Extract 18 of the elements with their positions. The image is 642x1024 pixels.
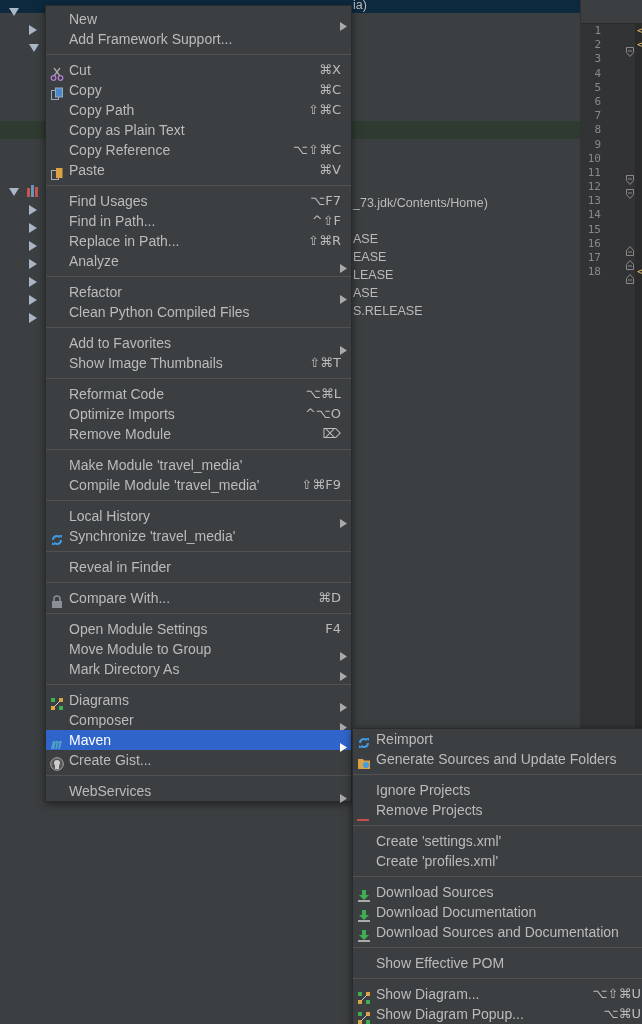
line-number: 3 [593, 52, 601, 67]
line-number: 11 [586, 165, 601, 180]
line-number: 16 [586, 236, 601, 251]
line-number: 14 [586, 208, 601, 223]
line-number: 17 [586, 251, 601, 265]
line-number: 12 [586, 180, 601, 195]
line-number: 2 [593, 38, 601, 53]
line-number: 18 [586, 265, 601, 280]
line-number: 5 [593, 80, 601, 95]
line-number: 6 [593, 94, 601, 109]
line-number: 15 [586, 222, 601, 237]
line-number: 10 [586, 151, 601, 166]
line-number: 13 [586, 194, 601, 209]
line-number: 8 [593, 123, 601, 138]
line-number: 7 [593, 109, 601, 124]
line-number: 1 [593, 24, 601, 38]
line-number: 4 [593, 66, 601, 81]
line-number: 9 [593, 137, 601, 152]
